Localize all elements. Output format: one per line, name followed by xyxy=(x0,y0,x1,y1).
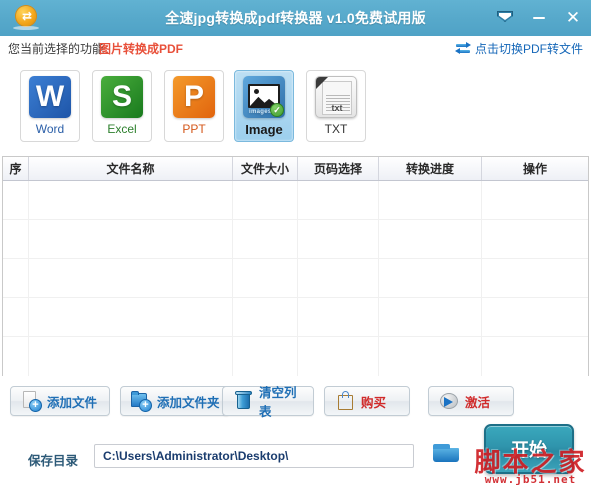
table-cell xyxy=(233,259,298,297)
start-button[interactable]: 开始 xyxy=(484,424,574,474)
table-cell xyxy=(482,337,588,376)
table-cell xyxy=(3,181,29,219)
action-toolbar: + 添加文件 + 添加文件夹 清空列表 购买 激活 xyxy=(0,382,591,426)
column-header-actions: 操作 xyxy=(522,162,547,176)
format-label-word: Word xyxy=(35,122,65,136)
table-row[interactable] xyxy=(3,220,588,259)
format-label-excel: Excel xyxy=(107,122,137,136)
skin-shield-icon[interactable] xyxy=(495,7,515,29)
column-header-filesize: 文件大小 xyxy=(233,157,298,180)
function-bar: 您当前选择的功能： 图片转换成PDF 点击切换PDF转文件 xyxy=(0,36,591,62)
table-cell xyxy=(379,298,482,336)
switch-mode-link[interactable]: 点击切换PDF转文件 xyxy=(454,40,583,57)
column-header-progress: 转换进度 xyxy=(379,157,482,180)
add-file-label: 添加文件 xyxy=(47,395,98,410)
table-cell xyxy=(298,298,379,336)
format-label-txt: TXT xyxy=(324,122,348,136)
trash-icon xyxy=(232,390,254,412)
table-cell xyxy=(233,220,298,258)
image-tile-caption: images xyxy=(249,109,272,115)
column-header-filename: 文件名称 xyxy=(29,157,233,180)
table-cell xyxy=(233,337,298,376)
app-window: ⇄ 全速jpg转换成pdf转换器 v1.0免费试用版 ✕ 您当前选择的功能： 图… xyxy=(0,0,591,500)
table-cell xyxy=(3,337,29,376)
clear-list-label: 清空列表 xyxy=(259,386,297,419)
table-cell xyxy=(482,181,588,219)
current-function-value: 图片转换成PDF xyxy=(99,42,184,56)
ppt-glyph: P xyxy=(183,80,204,113)
txt-tile-icon: txt xyxy=(315,76,357,118)
buy-label: 购买 xyxy=(361,395,387,410)
table-cell xyxy=(298,181,379,219)
add-file-button[interactable]: + 添加文件 xyxy=(10,386,110,416)
format-button-image[interactable]: images ✓ Image xyxy=(234,70,294,142)
table-header-row: 序 文件名称 文件大小 页码选择 转换进度 操作 xyxy=(3,157,588,181)
table-row[interactable] xyxy=(3,298,588,337)
minimize-icon[interactable] xyxy=(529,7,549,29)
table-cell xyxy=(29,259,233,297)
add-folder-label: 添加文件夹 xyxy=(157,395,220,410)
folder-browse-icon[interactable] xyxy=(432,442,462,468)
table-cell xyxy=(298,337,379,376)
swap-arrows-icon xyxy=(454,42,471,55)
format-selector: W Word S Excel P PPT images ✓ Image txt … xyxy=(0,62,591,144)
format-label-image: Image xyxy=(245,122,283,137)
format-button-word[interactable]: W Word xyxy=(20,70,80,142)
table-cell xyxy=(379,220,482,258)
activate-label: 激活 xyxy=(465,395,491,410)
table-row[interactable] xyxy=(3,259,588,298)
window-controls: ✕ xyxy=(495,0,583,36)
txt-tile-caption: txt xyxy=(331,103,343,113)
save-path-input[interactable]: C:\Users\Administrator\Desktop\ xyxy=(94,444,414,468)
activate-arrow-icon xyxy=(438,390,460,412)
column-header-index: 序 xyxy=(3,157,29,180)
format-label-ppt: PPT xyxy=(182,122,206,136)
table-cell xyxy=(3,259,29,297)
add-file-icon: + xyxy=(20,390,42,412)
excel-glyph: S xyxy=(111,80,132,113)
check-badge-icon: ✓ xyxy=(270,103,284,117)
ppt-tile-icon: P xyxy=(173,76,215,118)
table-cell xyxy=(482,220,588,258)
table-cell xyxy=(298,220,379,258)
table-cell xyxy=(482,259,588,297)
table-cell xyxy=(29,298,233,336)
word-glyph: W xyxy=(35,80,65,113)
table-cell xyxy=(29,337,233,376)
table-cell xyxy=(379,337,482,376)
table-cell xyxy=(3,298,29,336)
table-cell xyxy=(29,181,233,219)
activate-button[interactable]: 激活 xyxy=(428,386,514,416)
clear-list-button[interactable]: 清空列表 xyxy=(222,386,314,419)
table-cell xyxy=(3,220,29,258)
column-header-pages: 页码选择 xyxy=(298,157,379,180)
image-tile-icon: images ✓ xyxy=(243,76,285,118)
table-cell xyxy=(233,181,298,219)
table-cell xyxy=(29,220,233,258)
table-cell xyxy=(233,298,298,336)
table-cell xyxy=(482,298,588,336)
buy-button[interactable]: 购买 xyxy=(324,386,410,416)
shopping-bag-icon xyxy=(334,390,356,412)
start-button-label: 开始 xyxy=(511,440,547,460)
file-list-table: 序 文件名称 文件大小 页码选择 转换进度 操作 xyxy=(2,156,589,376)
table-row[interactable] xyxy=(3,181,588,220)
close-icon[interactable]: ✕ xyxy=(563,7,583,29)
add-folder-icon: + xyxy=(130,390,152,412)
table-row[interactable] xyxy=(3,337,588,376)
table-cell xyxy=(379,181,482,219)
table-cell xyxy=(379,259,482,297)
switch-mode-label: 点击切换PDF转文件 xyxy=(474,42,583,56)
format-button-txt[interactable]: txt TXT xyxy=(306,70,366,142)
title-bar: ⇄ 全速jpg转换成pdf转换器 v1.0免费试用版 ✕ xyxy=(0,0,591,36)
excel-tile-icon: S xyxy=(101,76,143,118)
add-folder-button[interactable]: + 添加文件夹 xyxy=(120,386,230,416)
table-cell xyxy=(298,259,379,297)
format-button-excel[interactable]: S Excel xyxy=(92,70,152,142)
format-button-ppt[interactable]: P PPT xyxy=(164,70,224,142)
word-tile-icon: W xyxy=(29,76,71,118)
save-directory-label: 保存目录 xyxy=(28,454,79,468)
table-body[interactable] xyxy=(3,181,588,376)
